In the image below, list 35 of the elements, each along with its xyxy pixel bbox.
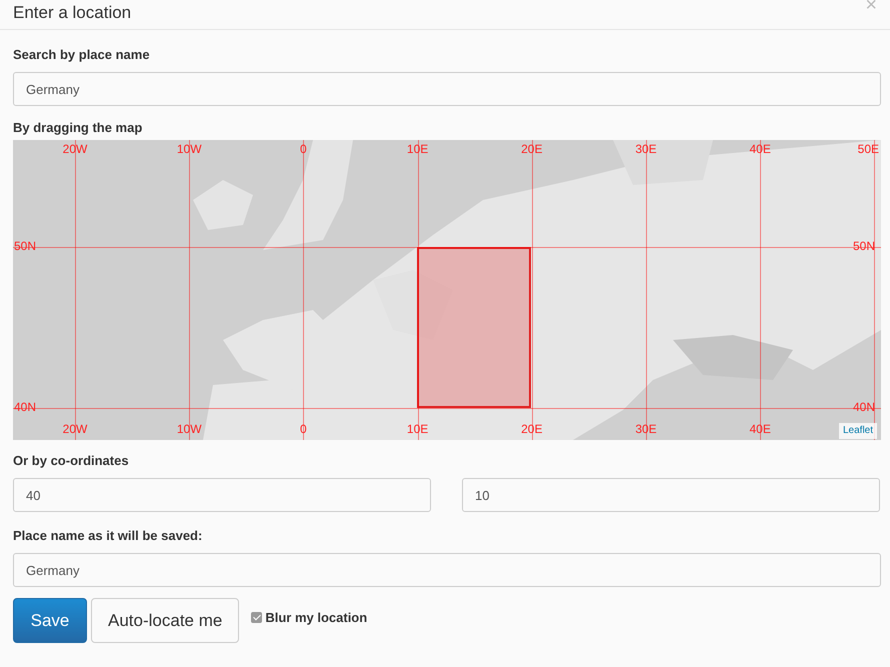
attribution-link[interactable]: Leaflet [839, 423, 878, 439]
grid-label: 50N [853, 239, 876, 253]
grid-label: 40N [853, 400, 876, 414]
grid-label: 10W [176, 142, 202, 156]
checkbox-label: Blur my location [265, 610, 368, 625]
grid-label: 50E [858, 142, 879, 156]
search-field[interactable]: Germany [13, 72, 881, 106]
grid-label: 40E [750, 422, 771, 436]
grid-label: 20E [521, 422, 542, 436]
map[interactable]: 20W 10W 0 10E 20E 30E 40E 50E 20W 10W 0 10E 20E 30E 40E 50N 40N 50N 40N Leaflet [13, 140, 881, 440]
locate-button[interactable]: Auto-locate me [91, 598, 240, 643]
grid-label: 40E [750, 142, 771, 156]
selection-rectangle[interactable] [417, 247, 531, 408]
field-label: Place name as it will be saved: [13, 528, 204, 544]
dialog-title: Enter a location [13, 3, 132, 23]
field-label: Search by place name [13, 47, 151, 63]
grid-label: 10E [406, 422, 428, 436]
longitude-field[interactable]: 10 [462, 478, 880, 512]
grid-label: 0 [300, 422, 307, 436]
grid-label: 50N [14, 239, 36, 253]
grid-label: 30E [635, 142, 657, 156]
field-label: By dragging the map [13, 120, 144, 136]
grid-label: 10W [176, 422, 202, 436]
place-name-field[interactable]: Germany [13, 553, 881, 587]
grid-label: 10E [406, 142, 428, 156]
field-label: Or by co-ordinates [13, 453, 130, 469]
grid-label: 30E [635, 422, 657, 436]
save-button[interactable]: Save [13, 598, 87, 643]
grid-label: 20E [521, 142, 542, 156]
blur-checkbox[interactable] [251, 612, 262, 623]
grid-label: 0 [300, 142, 307, 156]
grid-label: 20W [62, 142, 88, 156]
grid-label: 20W [62, 422, 88, 436]
grid-label: 40N [14, 400, 36, 414]
latitude-field[interactable]: 40 [13, 478, 431, 512]
